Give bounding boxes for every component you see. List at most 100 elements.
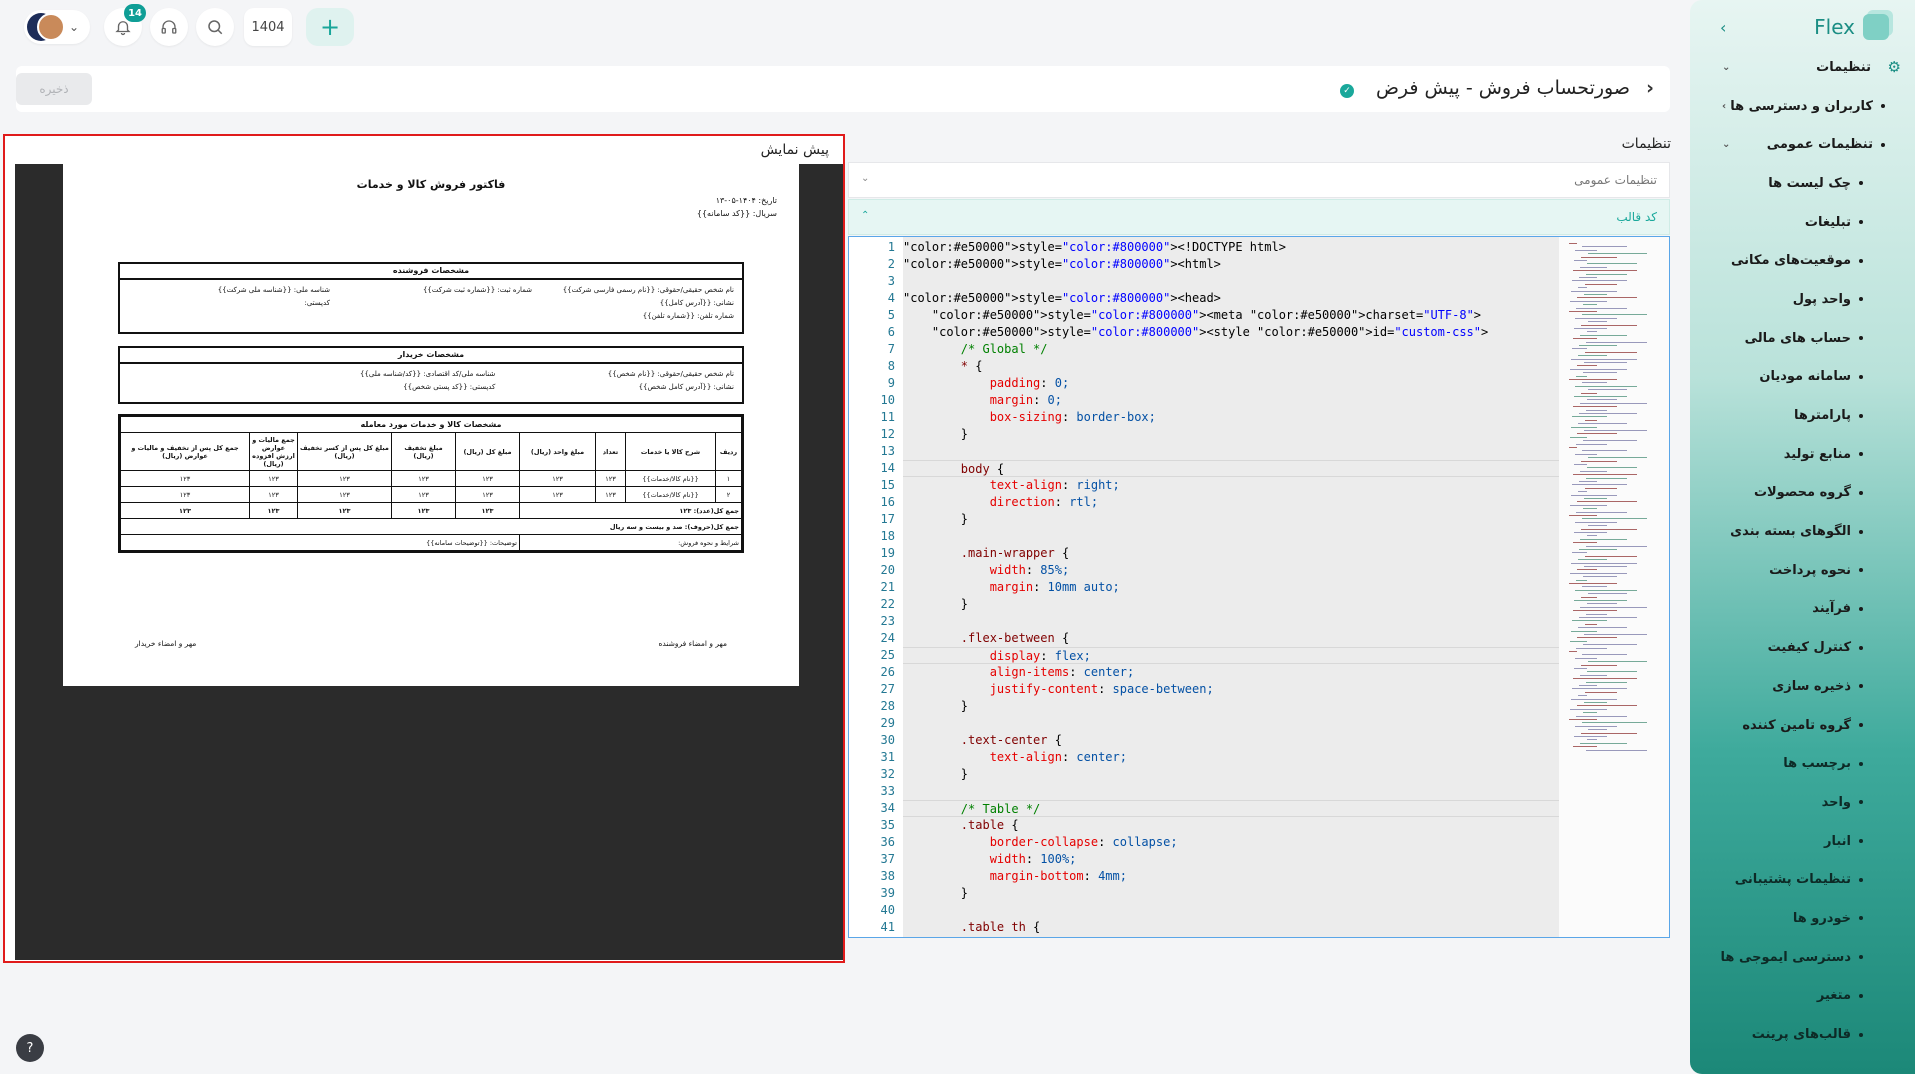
sidebar-item-label: برچسب ها — [1783, 756, 1851, 772]
line-number: 3 — [887, 274, 895, 288]
sidebar-item-label: سامانه مودیان — [1759, 369, 1851, 385]
sidebar-item-users[interactable]: کاربران و دسترسی ها › — [1690, 87, 1915, 126]
support-button[interactable] — [150, 8, 188, 46]
seller-box: مشخصات فروشنده نام شخص حقیقی/حقوقی: {{نا… — [118, 262, 744, 334]
code-line: text-align: right; — [989, 478, 1120, 492]
brand-name: Flex — [1814, 15, 1855, 39]
line-number: 10 — [880, 393, 895, 407]
fiscal-year-selector[interactable]: 1404 — [244, 8, 292, 46]
general-settings-accordion[interactable]: تنظیمات عمومی ⌄ — [848, 162, 1670, 198]
sidebar-item[interactable]: چک لیست ها — [1690, 164, 1915, 203]
sidebar-item[interactable]: گروه تامین کننده — [1690, 706, 1915, 745]
back-chevron-icon[interactable]: › — [1646, 77, 1654, 99]
template-code-accordion[interactable]: کد قالب ⌃ — [848, 199, 1670, 235]
buyer-name: نام شخص حقیقی/حقوقی: {{نام شخص}} — [607, 370, 734, 378]
line-number: 38 — [880, 869, 895, 883]
code-area[interactable]: "color:#e50000">style="color:#800000"><!… — [903, 237, 1559, 937]
sidebar-item-general[interactable]: تنظیمات عمومی ⌄ — [1690, 125, 1915, 164]
accordion-label: کد قالب — [1616, 210, 1657, 224]
sidebar-item[interactable]: موقعیت‌های مکانی — [1690, 241, 1915, 280]
minimap[interactable] — [1559, 237, 1669, 937]
code-line: } — [903, 512, 969, 526]
buyer-address: نشانی: {{آدرس کامل شخص}} — [638, 383, 734, 391]
line-number: 28 — [880, 699, 895, 713]
sidebar-item-label: گروه تامین کننده — [1742, 717, 1851, 733]
sidebar-item[interactable]: برچسب ها — [1690, 744, 1915, 783]
seller-reg: شماره ثبت: {{شماره ثبت شرکت}} — [422, 286, 532, 294]
line-number: 24 — [880, 631, 895, 645]
sidebar-item-label: خودرو ها — [1792, 910, 1851, 926]
collapse-sidebar-icon[interactable]: › — [1720, 18, 1726, 37]
line-number: 40 — [880, 903, 895, 917]
line-number: 23 — [880, 614, 895, 628]
sidebar-item-label: تنظیمات — [1816, 59, 1871, 75]
add-button[interactable]: + — [306, 8, 354, 46]
code-line: margin: 10mm auto; — [989, 580, 1120, 594]
sidebar-item-label: تبلیغات — [1804, 214, 1851, 230]
search-icon — [208, 20, 223, 35]
sidebar-item-label: الگوهای بسته بندی — [1730, 524, 1851, 540]
page-title: صورتحساب فروش - پیش فرض — [1375, 77, 1630, 99]
sidebar-item-label: واحد پول — [1792, 291, 1851, 307]
sidebar-item[interactable]: منابع تولید — [1690, 435, 1915, 474]
sidebar-item[interactable]: حساب های مالی — [1690, 319, 1915, 358]
sidebar-item[interactable]: تبلیغات — [1690, 203, 1915, 242]
save-button[interactable]: ذخیره — [16, 73, 92, 105]
col-header: مبلغ واحد (ریال) — [519, 432, 596, 471]
col-header: شرح کالا یا خدمات — [625, 432, 716, 471]
sidebar-item[interactable]: واحد — [1690, 783, 1915, 822]
invoice-date: تاریخ: ۱۴۰۴-۰۵-۱۳ — [715, 196, 777, 205]
sidebar-item[interactable]: خودرو ها — [1690, 899, 1915, 938]
sidebar-item[interactable]: سامانه مودیان — [1690, 358, 1915, 397]
sidebar-item[interactable]: تنظیمات پشتیبانی — [1690, 860, 1915, 899]
line-number: 15 — [880, 478, 895, 492]
sidebar-item-settings[interactable]: ⚙ تنظیمات ⌄ — [1690, 48, 1915, 87]
line-number: 22 — [880, 597, 895, 611]
sidebar-item[interactable]: متغیر — [1690, 977, 1915, 1016]
sidebar-item[interactable]: قالب‌های پرینت — [1690, 1015, 1915, 1054]
code-line: direction: rtl; — [989, 495, 1099, 509]
code-line: /* Table */ — [903, 800, 1559, 817]
line-number: 9 — [887, 376, 895, 390]
code-line: "color:#e50000">style="color:#800000"><!… — [903, 240, 1286, 254]
help-button[interactable]: ? — [16, 1034, 44, 1062]
seller-national: شناسه ملی: {{شناسه ملی شرکت}} — [217, 286, 330, 294]
code-line: .table { — [960, 818, 1019, 832]
line-number: 30 — [880, 733, 895, 747]
buyer-postal: کدپستی: {{کد پستی شخص}} — [403, 383, 496, 391]
sidebar-item[interactable]: نحوه پرداخت — [1690, 551, 1915, 590]
seller-signature: مهر و امضاء فروشنده — [658, 639, 727, 648]
code-editor[interactable]: 1 2 3 4 5 6 7 8 9 10 11 12 13 14 15 16 17 18 19 20 21 22 23 24 2… — [848, 236, 1670, 938]
sidebar-item-label: فرآیند — [1812, 601, 1851, 617]
buyer-national: شناسه ملی/کد اقتصادی: {{کد/شناسه ملی}} — [360, 370, 496, 378]
code-line: margin: 0; — [989, 393, 1062, 407]
code-line: } — [903, 886, 969, 900]
sidebar-item[interactable]: فرآیند — [1690, 590, 1915, 629]
seller-address: نشانی: {{آدرس کامل}} — [659, 299, 734, 307]
check-circle-icon: ✓ — [1340, 84, 1354, 98]
code-line: body { — [903, 460, 1559, 477]
line-number: 16 — [880, 495, 895, 509]
code-line: } — [903, 767, 969, 781]
sidebar-item[interactable]: کنترل کیفیت — [1690, 628, 1915, 667]
line-number: 26 — [880, 665, 895, 679]
line-number: 19 — [880, 546, 895, 560]
code-line: "color:#e50000">style="color:#800000"><s… — [931, 325, 1489, 339]
code-line: justify-content: space-between; — [989, 682, 1214, 696]
code-line: width: 100%; — [989, 852, 1077, 866]
sidebar-item[interactable]: الگوهای بسته بندی — [1690, 512, 1915, 551]
sidebar-item[interactable]: انبار — [1690, 822, 1915, 861]
sidebar-item[interactable]: دسترسی ایموجی ها — [1690, 938, 1915, 977]
preview-canvas[interactable]: فاکتور فروش کالا و خدمات تاریخ: ۱۴۰۴-۰۵-… — [15, 164, 843, 960]
sidebar-item[interactable]: پارامترها — [1690, 396, 1915, 435]
search-button[interactable] — [196, 8, 234, 46]
sidebar-item[interactable]: ذخیره سازی — [1690, 667, 1915, 706]
sidebar-item[interactable]: گروه محصولات — [1690, 474, 1915, 513]
notifications-button[interactable]: 14 — [104, 4, 146, 46]
user-menu[interactable]: ⌄ — [24, 10, 90, 44]
sidebar-item[interactable]: واحد پول — [1690, 280, 1915, 319]
